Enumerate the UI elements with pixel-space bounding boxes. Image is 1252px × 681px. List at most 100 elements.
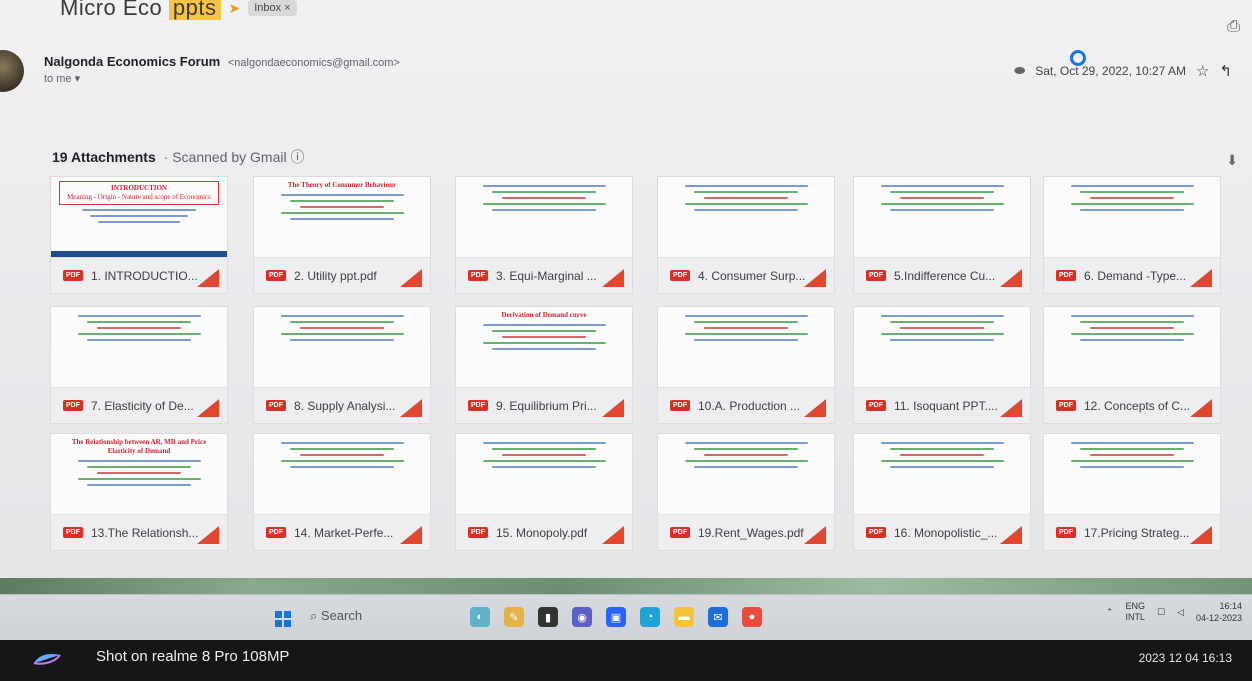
recipient-dropdown[interactable]: to me ▾: [44, 72, 80, 85]
attachment-thumbnail[interactable]: [51, 307, 227, 389]
attachment-thumbnail[interactable]: [658, 177, 834, 259]
attachment-card[interactable]: PDF 14. Market-Perfe...: [253, 433, 431, 551]
attachment-card[interactable]: PDF 5.Indifference Cu...: [853, 176, 1031, 294]
language-indicator[interactable]: ENG INTL: [1125, 601, 1145, 623]
thumbnail-text-line: [890, 209, 994, 211]
attachment-thumbnail[interactable]: [456, 177, 632, 259]
tray-chevron-icon[interactable]: ⌃: [1106, 607, 1114, 618]
folder-icon[interactable]: ▬: [674, 607, 694, 627]
attachment-card[interactable]: PDF 3. Equi-Marginal ...: [455, 176, 633, 294]
attachment-file-name[interactable]: 9. Equilibrium Pri...: [496, 399, 597, 413]
attachment-thumbnail[interactable]: [1044, 307, 1220, 389]
attachment-card[interactable]: PDF 16. Monopolistic_...: [853, 433, 1031, 551]
clock[interactable]: 16:14 04-12-2023: [1196, 600, 1242, 624]
thumbnail-text-line: [300, 327, 384, 329]
attachment-file-name[interactable]: 11. Isoquant PPT....: [894, 399, 998, 413]
thumbnail-text-line: [704, 327, 788, 329]
print-icon[interactable]: ⎙: [1227, 18, 1240, 36]
attachment-thumbnail[interactable]: INTRODUCTION Meaning - Origin - Nature an…: [51, 177, 227, 259]
attachment-card[interactable]: PDF 19.Rent_Wages.pdf: [657, 433, 835, 551]
attachment-card[interactable]: INTRODUCTION Meaning - Origin - Nature an…: [50, 176, 228, 294]
attachment-file-name[interactable]: 10.A. Production ...: [698, 399, 800, 413]
volume-icon[interactable]: ◁: [1177, 607, 1184, 618]
windows-start-icon[interactable]: [275, 611, 291, 627]
attachment-file-name[interactable]: 7. Elasticity of De...: [91, 399, 194, 413]
attachment-thumbnail[interactable]: [854, 307, 1030, 389]
thumbnail-text-line: [684, 442, 808, 444]
attachment-card[interactable]: PDF 4. Consumer Surp...: [657, 176, 835, 294]
thumbnail-title: INTRODUCTION: [110, 184, 167, 192]
attachment-file-name[interactable]: 13.The Relationsh...: [91, 526, 198, 540]
attachment-file-name[interactable]: 4. Consumer Surp...: [698, 269, 805, 283]
attachment-file-name[interactable]: 16. Monopolistic_...: [894, 526, 997, 540]
thumbnail-text-line: [87, 321, 191, 323]
attachment-card[interactable]: PDF 12. Concepts of C...: [1043, 306, 1221, 424]
attachment-card[interactable]: PDF 7. Elasticity of De...: [50, 306, 228, 424]
attachment-file-name[interactable]: 2. Utility ppt.pdf: [294, 269, 377, 283]
attachment-thumbnail[interactable]: [1044, 177, 1220, 259]
pdf-icon: PDF: [468, 527, 488, 538]
importance-marker-icon[interactable]: ➤: [229, 0, 241, 17]
attachment-file-name[interactable]: 5.Indifference Cu...: [894, 269, 995, 283]
attachment-file-name[interactable]: 17.Pricing Strateg...: [1084, 526, 1189, 540]
star-icon[interactable]: ☆: [1196, 62, 1209, 80]
attachment-thumbnail[interactable]: [254, 307, 430, 389]
thumbnail-text-line: [694, 191, 798, 193]
sender-name[interactable]: Nalgonda Economics Forum: [44, 54, 220, 69]
edge-icon[interactable]: ◔: [640, 607, 660, 627]
attachment-file-name[interactable]: 6. Demand -Type...: [1084, 269, 1186, 283]
attachment-card[interactable]: PDF 6. Demand -Type...: [1043, 176, 1221, 294]
attachment-card[interactable]: Derivation of Demand curve PDF 9. Equilibr…: [455, 306, 633, 424]
attachment-thumbnail[interactable]: The Relationship between AR, MR and Pric…: [51, 434, 227, 516]
attachment-file-name[interactable]: 8. Supply Analysi...: [294, 399, 395, 413]
message-meta: ⬬ Sat, Oct 29, 2022, 10:27 AM ☆ ↰: [1014, 62, 1232, 80]
attachment-card[interactable]: PDF 8. Supply Analysi...: [253, 306, 431, 424]
thumbnail-text-line: [280, 333, 404, 335]
taskview-icon[interactable]: ▮: [538, 607, 558, 627]
attachment-thumbnail[interactable]: [854, 177, 1030, 259]
shot-on-watermark: Shot on realme 8 Pro 108MP: [96, 648, 290, 665]
attachment-thumbnail[interactable]: [854, 434, 1030, 516]
attachment-card[interactable]: PDF 10.A. Production ...: [657, 306, 835, 424]
chat-icon[interactable]: ◉: [572, 607, 592, 627]
thumbnail-text-line: [97, 472, 181, 474]
attachment-thumbnail[interactable]: [658, 434, 834, 516]
thumbnail-text-line: [694, 339, 798, 341]
attachment-card[interactable]: The Theory of Consumer Behaviour PDF 2. Ut…: [253, 176, 431, 294]
attachment-card[interactable]: PDF 15. Monopoly.pdf: [455, 433, 633, 551]
attachment-thumbnail[interactable]: [1044, 434, 1220, 516]
thumbnail-text-line: [1070, 442, 1194, 444]
file-corner-icon: [1190, 269, 1212, 287]
attachment-thumbnail[interactable]: Derivation of Demand curve: [456, 307, 632, 389]
attachment-card[interactable]: The Relationship between AR, MR and Pric…: [50, 433, 228, 551]
thumbnail-text-line: [684, 333, 808, 335]
download-all-icon[interactable]: ⬇: [1226, 152, 1238, 169]
chrome-icon[interactable]: ●: [742, 607, 762, 627]
reply-icon[interactable]: ↰: [1219, 62, 1232, 80]
attachment-thumbnail[interactable]: [456, 434, 632, 516]
attachment-card[interactable]: PDF 17.Pricing Strateg...: [1043, 433, 1221, 551]
attachment-thumbnail[interactable]: [658, 307, 834, 389]
attachment-thumbnail[interactable]: The Theory of Consumer Behaviour: [254, 177, 430, 259]
attachment-file-name[interactable]: 14. Market-Perfe...: [294, 526, 393, 540]
attachment-thumbnail[interactable]: [254, 434, 430, 516]
thumbnail-text-line: [1070, 185, 1194, 187]
pencil-app-icon[interactable]: ✎: [504, 607, 524, 627]
thumbnail-title: The Relationship between AR, MR and Pric…: [71, 438, 207, 455]
attachment-card[interactable]: PDF 11. Isoquant PPT....: [853, 306, 1031, 424]
attachment-file-name[interactable]: 12. Concepts of C...: [1084, 399, 1190, 413]
inbox-label[interactable]: Inbox ×: [248, 0, 297, 16]
attachment-file-name[interactable]: 3. Equi-Marginal ...: [496, 269, 597, 283]
attachment-file-name[interactable]: 1. INTRODUCTIO...: [91, 269, 198, 283]
network-icon[interactable]: ☐: [1157, 607, 1165, 618]
label-tag-icon: ⬬: [1014, 63, 1026, 78]
mail-icon[interactable]: ✉: [708, 607, 728, 627]
taskbar-search[interactable]: ⌕ Search: [310, 608, 362, 624]
attachment-file-name[interactable]: 19.Rent_Wages.pdf: [698, 526, 804, 540]
thumbnail-text-line: [890, 466, 994, 468]
store-icon[interactable]: ▣: [606, 607, 626, 627]
pdf-icon: PDF: [468, 400, 488, 411]
system-tray: ⌃ ENG INTL ☐ ◁ 16:14 04-12-2023: [1106, 600, 1242, 624]
attachment-file-name[interactable]: 15. Monopoly.pdf: [496, 526, 587, 540]
widgets-icon[interactable]: ◐: [470, 607, 490, 627]
